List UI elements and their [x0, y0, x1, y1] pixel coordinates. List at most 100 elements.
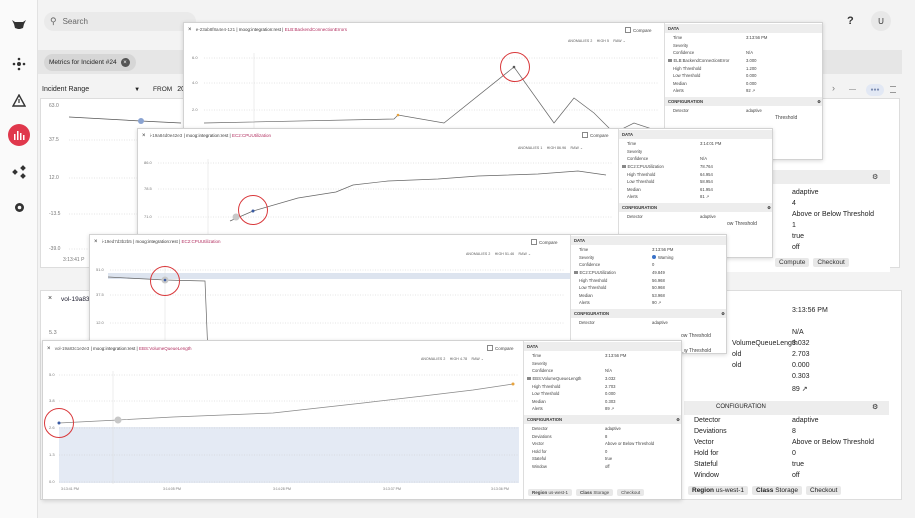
config-stateful: true [605, 456, 613, 462]
data-metric-name: VolumeQueueLength [732, 340, 798, 347]
config-hold: 1 [792, 222, 796, 229]
config-key: Hold for [694, 450, 719, 457]
hub-icon[interactable] [9, 54, 29, 74]
data-alerts[interactable]: 90 ↗ [652, 300, 661, 305]
y-tick: 5.3 [49, 330, 57, 336]
data-key: Severity [532, 360, 548, 366]
data-key: Low Threshold [579, 285, 607, 291]
data-key: Low Threshold [673, 73, 701, 79]
bg-card-b-title: vol-19a83 [61, 296, 90, 303]
class-label: Class [580, 490, 593, 495]
gear-icon[interactable]: ⚙ [872, 403, 878, 411]
anomaly-highlight [238, 195, 268, 225]
panel-3-data: DATA Time 3:13:56 PM Severity Warning Conf… [570, 235, 726, 353]
sidebar [0, 0, 38, 518]
gear-icon[interactable]: ⚙ [767, 205, 771, 210]
config-detector: adaptive [746, 108, 762, 114]
help-icon[interactable]: ? [847, 15, 854, 27]
data-key: Median [579, 292, 593, 298]
alert-triangle-icon[interactable] [9, 90, 29, 110]
analytics-icon[interactable] [8, 124, 30, 146]
data-header: DATA [571, 236, 726, 245]
region-badge: Region us-west-1 [528, 489, 573, 496]
data-header: DATA [665, 24, 822, 33]
checkout-button[interactable]: Checkout [805, 486, 842, 495]
data-low: 0.000 [746, 73, 757, 79]
data-high: 56.968 [652, 277, 665, 283]
data-key: Alerts [532, 406, 543, 412]
compute-button[interactable]: Compute [775, 258, 810, 267]
gear-icon[interactable]: ⚙ [872, 173, 878, 181]
data-high: 1.200 [746, 65, 757, 71]
data-median: 0.303 [605, 398, 616, 404]
data-alerts[interactable]: 81 ↗ [700, 194, 709, 199]
config-header [684, 401, 889, 415]
data-key: High Threshold [532, 383, 561, 389]
data-key: Alerts [673, 88, 684, 94]
data-alerts[interactable]: 89 ↗ [605, 406, 614, 411]
search-icon: ⚲ [50, 16, 57, 26]
live-toggle[interactable]: ●●● [866, 84, 884, 96]
gear-icon[interactable] [9, 197, 29, 217]
cow-logo-icon[interactable] [9, 14, 29, 34]
gear-icon[interactable]: ⚙ [721, 311, 725, 316]
config-key: Detector [579, 320, 595, 326]
threshold-fragment: w Threshold [684, 348, 712, 354]
data-key: Severity [579, 254, 595, 260]
data-key: Time [532, 353, 542, 359]
anomaly-highlight [44, 408, 74, 438]
config-detector: adaptive [700, 214, 716, 220]
data-alerts[interactable]: 89 ↗ [792, 385, 808, 393]
config-deviations: 8 [792, 428, 796, 435]
next-icon[interactable]: › [832, 83, 835, 93]
data-key: Median [627, 186, 641, 192]
data-key: EC2:CPUUtilization [574, 270, 652, 275]
data-alerts[interactable]: 92 ↗ [746, 88, 755, 93]
data-key: EBS:VolumeQueueLength [527, 376, 605, 381]
data-time: 3:14:01 PM [700, 141, 722, 147]
threshold-fragment: ow Threshold [727, 221, 757, 228]
chevron-down-icon[interactable]: ▼ [134, 87, 140, 93]
menu-icon[interactable] [890, 86, 896, 93]
data-metric: 3.032 [792, 340, 810, 347]
config-vector: Above or Below Threshold [605, 441, 655, 447]
data-metric: 78.764 [700, 164, 713, 170]
data-key: Time [627, 141, 637, 147]
range-selector[interactable]: Incident Range ▼ FROM 2020, [42, 86, 195, 93]
data-median: 53.968 [652, 292, 665, 298]
gear-icon[interactable]: ⚙ [817, 99, 821, 104]
class-badge: Class Storage [752, 486, 802, 495]
label-fragment: old [732, 362, 742, 369]
data-median: 61.954 [700, 186, 713, 192]
data-key: Confidence [579, 262, 601, 268]
gear-icon[interactable]: ⚙ [676, 417, 680, 422]
data-high: 2.703 [605, 383, 616, 389]
config-detector: adaptive [605, 426, 621, 432]
data-time: 3:13:56 PM [605, 353, 627, 359]
avatar[interactable]: U [871, 11, 891, 31]
close-icon[interactable]: × [120, 58, 130, 67]
checkout-button[interactable]: Checkout [617, 489, 645, 496]
config-key: Detector [673, 108, 689, 114]
anomaly-highlight [150, 266, 180, 296]
config-key: Stateful [532, 456, 547, 462]
metric-panel-4[interactable]: × vol-19a83c1e2e3 | moog:integration:res… [42, 340, 682, 500]
config-key: Deviations [532, 433, 552, 439]
search-input[interactable]: ⚲ Search [44, 12, 196, 31]
threshold-fragment: ow Threshold [681, 333, 711, 340]
data-key: ELB:BackendConnectionError [668, 58, 746, 63]
config-key: Window [532, 464, 547, 470]
incident-chip[interactable]: Metrics for Incident #24 × [44, 54, 136, 71]
metric-panel-3[interactable]: × i-19ed7d3b2b5 | moog:integration:rest … [89, 234, 727, 354]
config-header: CONFIGURATION ⚙ [665, 96, 822, 106]
threshold-fragment: Threshold [775, 115, 798, 122]
data-high: 2.703 [792, 351, 810, 358]
data-metric: 3.032 [605, 376, 616, 382]
checkout-button[interactable]: Checkout [813, 258, 849, 267]
range-label: Incident Range [42, 86, 90, 93]
workflow-icon[interactable] [9, 162, 29, 182]
data-key: Confidence [532, 368, 554, 374]
close-icon[interactable]: × [48, 295, 52, 302]
data-key: High Threshold [673, 65, 702, 71]
config-key: Stateful [694, 461, 718, 468]
